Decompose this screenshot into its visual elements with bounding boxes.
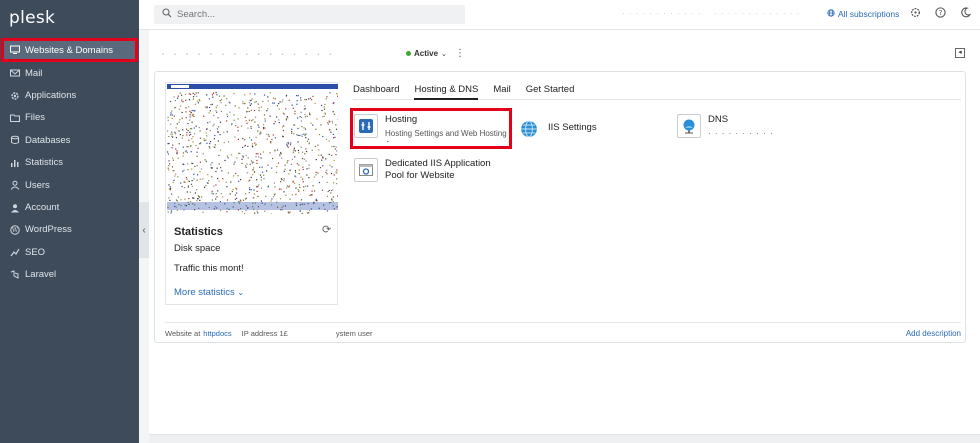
tab-hosting-dns[interactable]: Hosting & DNS [414, 83, 479, 100]
sidebar-item-files[interactable]: Files [0, 107, 139, 129]
topbar: · · · · · · · · · · · · · · · · · · · · … [139, 0, 980, 30]
dark-mode-icon[interactable] [960, 7, 972, 21]
search-input[interactable] [177, 9, 457, 20]
header-icons: ? [910, 7, 972, 21]
sidebar-item-label: Mail [25, 67, 43, 79]
traffic-label: Traffic this mont! [174, 263, 244, 274]
iis-settings-name: IIS Settings [548, 122, 597, 133]
database-icon [10, 135, 20, 145]
svg-text:W: W [12, 227, 19, 234]
iis-text: IIS Settings [548, 117, 597, 134]
more-statistics-label: More statistics [174, 287, 235, 298]
ip-address-label: IP address 1£ [241, 329, 288, 338]
chevron-down-icon: ⌄ [441, 50, 447, 58]
refresh-icon[interactable]: ⟳ [322, 223, 331, 236]
dedicated-pool-name: Dedicated IIS Application Pool for Websi… [385, 158, 491, 181]
sidebar-item-label: Applications [25, 90, 77, 102]
sidebar-item-applications[interactable]: Applications [0, 84, 139, 106]
laravel-icon [10, 270, 20, 280]
httpdocs-link[interactable]: httpdocs [203, 329, 231, 338]
extensions-icon[interactable] [910, 7, 921, 21]
dedicated-pool-text: Dedicated IIS Application Pool for Websi… [385, 158, 507, 182]
sidebar: plesk Websites & Domains Mail Applicatio… [0, 0, 139, 443]
mail-icon [10, 68, 20, 78]
svg-text:?: ? [939, 8, 943, 17]
sidebar-item-label: SEO [25, 246, 46, 258]
account-icon [10, 203, 20, 213]
tab-mail[interactable]: Mail [493, 83, 510, 100]
expand-icon[interactable]: ◂ [955, 48, 965, 58]
status-dot [406, 51, 411, 56]
sidebar-item-label: Users [25, 179, 50, 191]
user-icon [10, 180, 20, 190]
iis-settings-tool[interactable]: IIS Settings [517, 117, 597, 141]
sidebar-item-seo[interactable]: SEO [0, 241, 139, 263]
sidebar-item-label: WordPress [25, 224, 72, 236]
domain-card: Statistics ⟳ Disk space Traffic this mon… [154, 71, 966, 343]
iis-globe-icon [517, 117, 541, 141]
sidebar-item-laravel[interactable]: Laravel [0, 264, 139, 286]
application-pool-icon [354, 158, 378, 182]
system-user-label: ystem user [335, 329, 373, 338]
sidebar-item-account[interactable]: Account [0, 196, 139, 218]
sidebar-item-label: Statistics [25, 157, 64, 169]
seo-icon [10, 247, 20, 257]
gear-icon [10, 91, 20, 101]
sidebar-collapse-handle[interactable]: ‹ [139, 202, 149, 258]
sidebar-item-statistics[interactable]: Statistics [0, 152, 139, 174]
dns-icon [677, 114, 701, 138]
hosting-highlight-box [350, 108, 512, 149]
dns-name: DNS [708, 114, 729, 125]
domain-title: · · · · · · · · · · · · · · · [161, 46, 335, 61]
monitor-icon [10, 45, 20, 55]
more-actions-icon[interactable]: ⋮ [455, 48, 465, 59]
search-box[interactable] [154, 5, 465, 24]
sidebar-item-label: Websites & Domains [25, 44, 113, 56]
plesk-logo[interactable]: plesk [9, 8, 55, 28]
globe-icon [827, 9, 835, 19]
sidebar-item-label: Account [25, 202, 60, 214]
domain-tabs: Dashboard Hosting & DNS Mail Get Started [353, 83, 961, 100]
all-subscriptions-label: All subscriptions [838, 9, 900, 19]
sidebar-nav: Websites & Domains Mail Applications Fil… [0, 38, 139, 286]
more-statistics-link[interactable]: More statistics ⌄ [174, 287, 244, 298]
header-blurred-text: · · · · · · · · · · · · [622, 9, 702, 18]
screenshot-graphic [167, 84, 338, 214]
sidebar-item-label: Databases [25, 134, 71, 146]
sidebar-item-wordpress[interactable]: W WordPress [0, 219, 139, 241]
folder-icon [10, 113, 20, 123]
website-screenshot[interactable] [167, 84, 338, 214]
search-icon [162, 8, 172, 21]
sidebar-item-label: Files [25, 112, 46, 124]
add-description-link[interactable]: Add description [906, 329, 961, 338]
disk-space-label: Disk space [174, 243, 221, 254]
dns-text: DNS · · · · · · · · · · [708, 114, 774, 139]
sidebar-item-label: Laravel [25, 269, 57, 281]
website-at-label: Website at [165, 329, 201, 338]
dedicated-pool-tool[interactable]: Dedicated IIS Application Pool for Websi… [354, 158, 509, 182]
domain-footer: Website at httpdocs IP address 1£ ystem … [165, 322, 961, 338]
tab-dashboard[interactable]: Dashboard [353, 83, 399, 100]
sidebar-item-databases[interactable]: Databases [0, 129, 139, 151]
dns-description: · · · · · · · · · · [708, 129, 774, 138]
bottom-strip [149, 434, 980, 443]
statistics-title: Statistics [174, 226, 223, 238]
bar-chart-icon [10, 158, 20, 168]
chevron-down-icon: ⌄ [237, 288, 245, 297]
dns-tool[interactable]: DNS · · · · · · · · · · [677, 114, 774, 139]
wordpress-icon: W [10, 225, 20, 235]
status-badge[interactable]: Active ⌄ [406, 49, 447, 58]
website-preview-panel: Statistics ⟳ Disk space Traffic this mon… [165, 82, 338, 305]
sidebar-item-websites-domains[interactable]: Websites & Domains [1, 38, 138, 62]
sidebar-item-mail[interactable]: Mail [0, 62, 139, 84]
sidebar-item-users[interactable]: Users [0, 174, 139, 196]
header-blurred-text: · · · · · · · · · · · · · [714, 9, 801, 18]
tab-get-started[interactable]: Get Started [526, 83, 575, 100]
all-subscriptions-link[interactable]: All subscriptions [827, 9, 899, 19]
status-label: Active [414, 49, 439, 58]
main-content: · · · · · · · · · · · · · · · Active ⌄ ⋮… [149, 30, 980, 443]
help-icon[interactable]: ? [935, 7, 946, 21]
